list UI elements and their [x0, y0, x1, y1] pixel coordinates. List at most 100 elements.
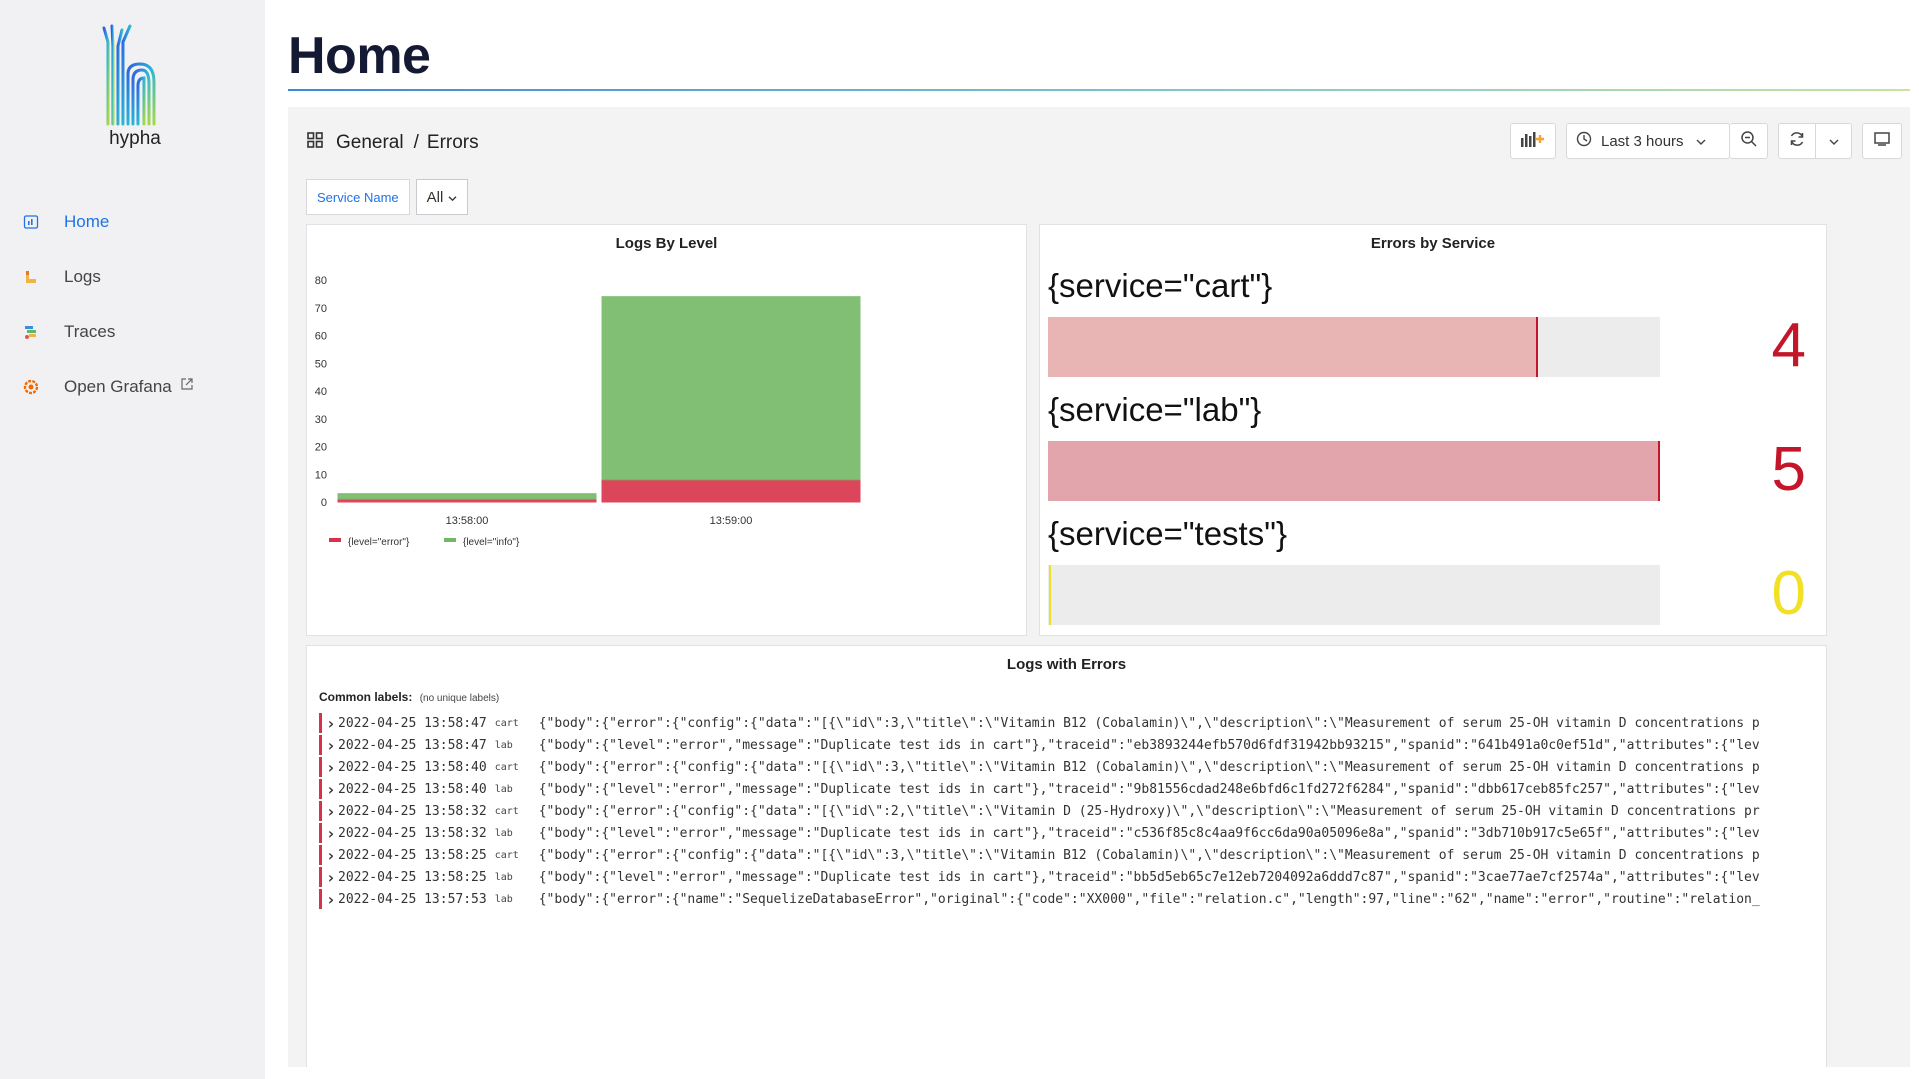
breadcrumb-dashboard[interactable]: Errors	[427, 132, 479, 154]
add-panel-icon	[1520, 130, 1546, 152]
chevron-right-icon[interactable]: ›	[326, 802, 338, 821]
chevron-right-icon[interactable]: ›	[326, 758, 338, 777]
y-tick-label: 50	[315, 358, 327, 370]
gauge-fill	[1048, 317, 1538, 377]
sidebar: hypha Home Logs Traces Open Grafana	[0, 0, 265, 1079]
zoom-out-button[interactable]	[1730, 123, 1768, 159]
sidebar-item-label: Open Grafana	[64, 376, 172, 396]
sidebar-item-traces[interactable]: Traces	[0, 304, 265, 359]
x-tick-label: 13:59:00	[710, 515, 753, 527]
legend-swatch	[329, 538, 341, 542]
add-panel-button[interactable]	[1510, 123, 1556, 159]
log-message: {"body":{"level":"error","message":"Dupl…	[538, 825, 1760, 841]
log-service-label: lab	[494, 783, 513, 795]
errors-by-service-panel: Errors by Service {service="cart"} 4 {serv…	[1039, 224, 1827, 636]
dashboard-icon	[22, 213, 40, 231]
log-row[interactable]: › 2022-04-25 13:58:40 cart {"body":{"error"…	[319, 756, 1819, 778]
chevron-right-icon[interactable]: ›	[326, 824, 338, 843]
chevron-right-icon[interactable]: ›	[326, 890, 338, 909]
dashboard-toolbar: Last 3 hours	[1510, 123, 1902, 159]
gauge-label: {service="lab"}	[1048, 391, 1262, 428]
log-timestamp: 2022-04-25 13:58:25	[338, 847, 487, 863]
log-level-indicator	[319, 735, 322, 755]
log-service-label: cart	[494, 805, 519, 817]
gauge-track	[1048, 317, 1660, 377]
gauge-label: {service="cart"}	[1048, 267, 1273, 304]
log-level-indicator	[319, 867, 322, 887]
dashboard: General / Errors Last 3 hours Service Na…	[288, 107, 1910, 1067]
breadcrumb-folder[interactable]: General	[336, 132, 404, 154]
grafana-icon	[22, 378, 40, 396]
y-tick-label: 70	[315, 303, 327, 315]
time-range-label: Last 3 hours	[1601, 132, 1684, 150]
log-message: {"body":{"error":{"config":{"data":"[{\"…	[538, 847, 1760, 863]
refresh-interval-dropdown[interactable]	[1816, 123, 1852, 159]
log-timestamp: 2022-04-25 13:58:40	[338, 759, 487, 775]
log-message: {"body":{"level":"error","message":"Dupl…	[538, 737, 1760, 753]
log-row[interactable]: › 2022-04-25 13:57:53 lab {"body":{"error":…	[319, 888, 1819, 910]
sidebar-item-label: Traces	[64, 321, 116, 341]
service-name-label: Service Name	[306, 179, 410, 215]
log-message: {"body":{"level":"error","message":"Dupl…	[538, 869, 1760, 885]
x-tick-label: 13:58:00	[446, 515, 489, 527]
log-timestamp: 2022-04-25 13:58:47	[338, 715, 487, 731]
legend-swatch	[444, 538, 456, 542]
y-tick-label: 20	[315, 442, 327, 454]
log-level-indicator	[319, 889, 322, 909]
y-tick-label: 0	[321, 497, 327, 509]
chevron-right-icon[interactable]: ›	[326, 868, 338, 887]
variable-filters: Service Name All	[306, 179, 469, 215]
log-timestamp: 2022-04-25 13:57:53	[338, 891, 487, 907]
log-service-label: cart	[494, 761, 519, 773]
log-service-label: cart	[494, 717, 519, 729]
log-level-indicator	[319, 801, 322, 821]
log-service-label: lab	[494, 739, 513, 751]
page-title: Home	[288, 27, 431, 85]
log-row[interactable]: › 2022-04-25 13:58:40 lab {"body":{"level":…	[319, 778, 1819, 800]
log-row[interactable]: › 2022-04-25 13:58:25 cart {"body":{"error"…	[319, 844, 1819, 866]
gauge-track	[1048, 565, 1660, 625]
dashboard-grid-icon	[306, 131, 324, 155]
log-row[interactable]: › 2022-04-25 13:58:25 lab {"body":{"level":…	[319, 866, 1819, 888]
legend-item: {level="info"}	[463, 537, 520, 548]
log-row[interactable]: › 2022-04-25 13:58:47 cart {"body":{"error"…	[319, 712, 1819, 734]
panel-title: Errors by Service	[1370, 235, 1496, 252]
chevron-right-icon[interactable]: ›	[326, 736, 338, 755]
common-labels-value: (no unique labels)	[419, 693, 500, 704]
breadcrumb-separator: /	[413, 132, 419, 153]
hypha-logo[interactable]: hypha	[100, 24, 170, 154]
log-message: {"body":{"level":"error","message":"Dupl…	[538, 781, 1760, 797]
sidebar-item-open-grafana[interactable]: Open Grafana	[0, 359, 265, 414]
external-link-icon	[180, 377, 194, 396]
y-tick-label: 30	[315, 414, 327, 426]
sidebar-item-home[interactable]: Home	[0, 194, 265, 249]
tv-mode-button[interactable]	[1862, 123, 1902, 159]
logs-by-level-chart: 0 10 20 30 40 50 60 70 80 13:58:00 13:59:00 {level=…	[315, 275, 861, 548]
traces-icon	[22, 323, 40, 341]
y-tick-label: 60	[315, 331, 327, 343]
bar-info	[601, 296, 861, 481]
common-labels: Common labels: (no unique labels)	[319, 690, 499, 704]
sidebar-item-logs[interactable]: Logs	[0, 249, 265, 304]
log-row[interactable]: › 2022-04-25 13:58:47 lab {"body":{"level":…	[319, 734, 1819, 756]
refresh-group	[1778, 123, 1852, 159]
gauge-value: 0	[1771, 559, 1806, 628]
log-timestamp: 2022-04-25 13:58:47	[338, 737, 487, 753]
refresh-button[interactable]	[1778, 123, 1816, 159]
service-name-select[interactable]: All	[415, 179, 469, 215]
log-rows: › 2022-04-25 13:58:47 cart {"body":{"error"…	[319, 712, 1819, 910]
time-range-picker[interactable]: Last 3 hours	[1566, 123, 1730, 159]
chevron-right-icon[interactable]: ›	[326, 780, 338, 799]
chevron-right-icon[interactable]: ›	[326, 846, 338, 865]
gauge-fill	[1048, 441, 1660, 501]
log-timestamp: 2022-04-25 13:58:25	[338, 869, 487, 885]
log-timestamp: 2022-04-25 13:58:40	[338, 781, 487, 797]
y-tick-label: 10	[315, 469, 327, 481]
chevron-down-icon	[1696, 133, 1706, 150]
chevron-right-icon[interactable]: ›	[326, 714, 338, 733]
log-row[interactable]: › 2022-04-25 13:58:32 cart {"body":{"error"…	[319, 800, 1819, 822]
panel-title: Logs with Errors	[1006, 656, 1127, 673]
log-row[interactable]: › 2022-04-25 13:58:32 lab {"body":{"level":…	[319, 822, 1819, 844]
logs-with-errors-panel: Logs with Errors Common labels: (no uniq…	[306, 645, 1827, 1067]
logo-text: hypha	[109, 128, 161, 149]
